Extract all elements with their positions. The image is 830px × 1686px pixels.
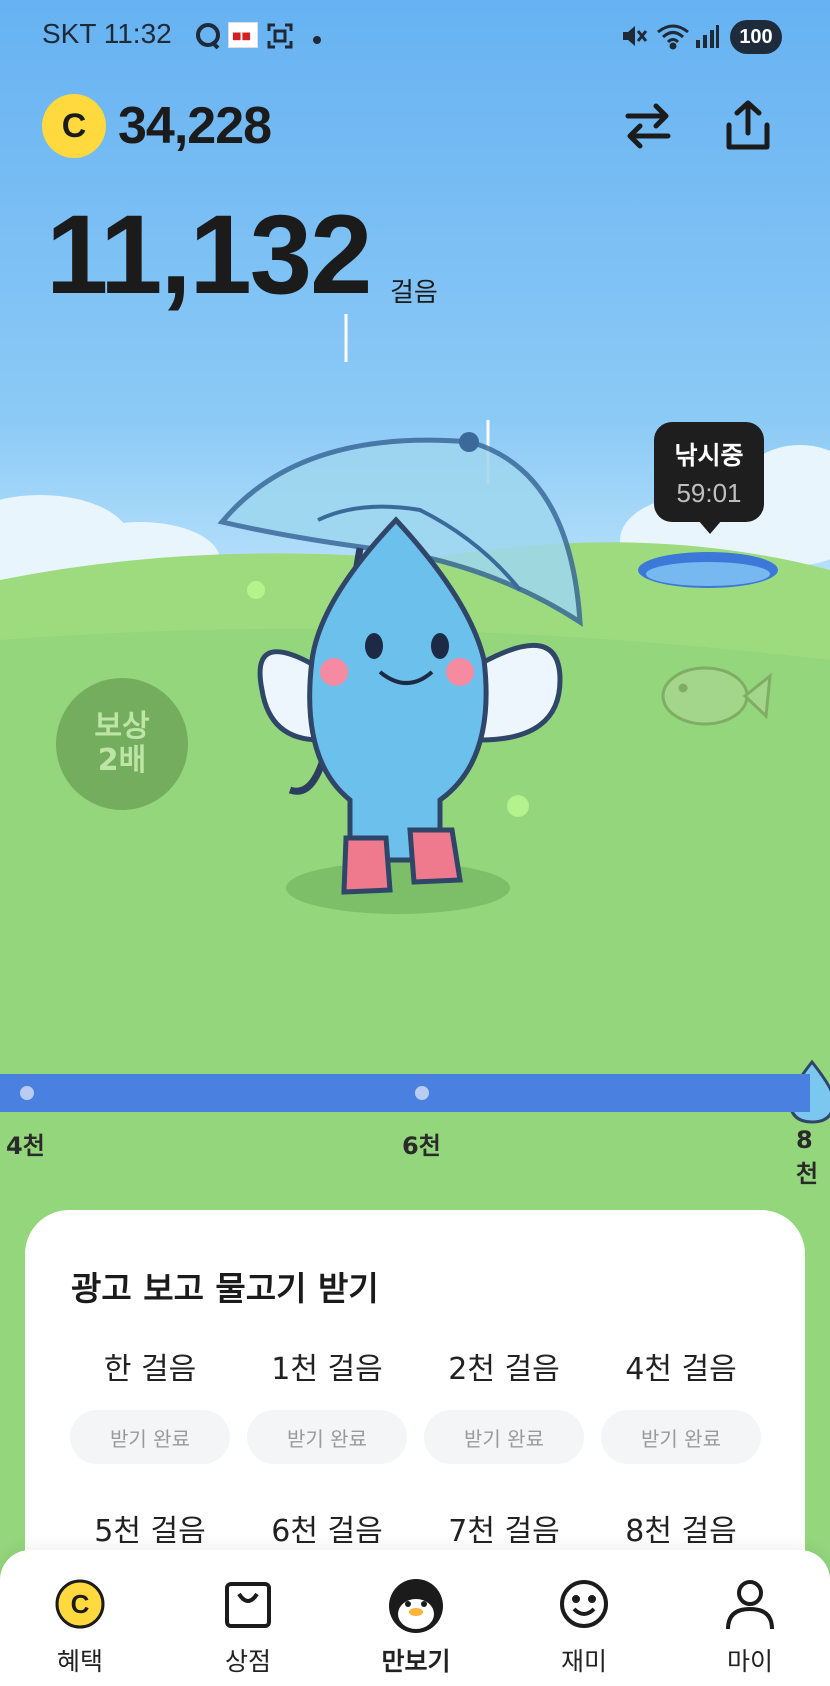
progress-dot xyxy=(20,1086,34,1100)
milestone-label: 4천 xyxy=(6,1132,45,1160)
step-count: 11,132 xyxy=(46,192,372,317)
step-reward-label: 8천 걸음 xyxy=(625,1514,737,1549)
signal-icon xyxy=(694,22,720,54)
nav-label: 만보기 xyxy=(381,1647,451,1676)
smile-icon xyxy=(554,1574,614,1634)
fishing-status: 낚시중 xyxy=(674,441,744,470)
claimed-button[interactable]: 받기 완료 xyxy=(424,1410,584,1464)
swap-icon xyxy=(625,103,671,149)
carrier-time: SKT 11:32 xyxy=(42,18,172,49)
chat-icon xyxy=(194,22,222,54)
share-button[interactable] xyxy=(718,96,778,156)
nav-label: 마이 xyxy=(726,1647,773,1676)
battery-indicator: 100 xyxy=(730,20,782,54)
nav-label: 혜택 xyxy=(56,1647,103,1676)
step-progress-bar xyxy=(0,1074,810,1112)
svg-text:C: C xyxy=(71,1589,90,1619)
claimed-button[interactable]: 받기 완료 xyxy=(70,1410,230,1464)
nav-item-shop[interactable]: 상점 xyxy=(178,1550,318,1686)
nav-label: 재미 xyxy=(560,1647,607,1676)
coin-icon: C xyxy=(42,94,106,158)
nav-item-benefits[interactable]: C 혜택 xyxy=(10,1550,150,1686)
reward-double-badge[interactable]: 보상 2배 xyxy=(56,678,188,810)
claimed-button[interactable]: 받기 완료 xyxy=(247,1410,407,1464)
character-shadow xyxy=(286,862,510,914)
sparkle xyxy=(507,795,529,817)
pond-water xyxy=(646,562,770,586)
reward-line1: 보상 xyxy=(94,708,150,744)
milestone-label: 6천 xyxy=(402,1132,441,1160)
screenshot-icon xyxy=(266,22,294,54)
mute-icon xyxy=(620,22,648,54)
person-icon xyxy=(720,1574,780,1634)
status-bar: SKT 11:32 ■■ 100 xyxy=(0,0,830,74)
reward-line2: 2배 xyxy=(97,743,147,778)
step-reward-label: 6천 걸음 xyxy=(271,1514,383,1549)
coin-icon: C xyxy=(50,1574,110,1634)
step-unit: 걸음 xyxy=(390,278,438,308)
step-reward-label: 5천 걸음 xyxy=(94,1514,206,1549)
step-reward-label: 4천 걸음 xyxy=(625,1352,737,1387)
shopping-bag-icon xyxy=(218,1574,278,1634)
card-title: 광고 보고 물고기 받기 xyxy=(71,1269,379,1308)
swap-button[interactable] xyxy=(618,96,678,156)
step-reward-label: 한 걸음 xyxy=(103,1352,197,1387)
share-icon xyxy=(726,100,770,150)
nav-item-fun[interactable]: 재미 xyxy=(514,1550,654,1686)
wifi-icon xyxy=(656,22,690,54)
bottom-nav: C 혜택 상점 만보기 재미 마이 xyxy=(0,1550,830,1686)
dot-icon xyxy=(312,30,322,49)
nav-item-pedometer[interactable]: 만보기 xyxy=(346,1550,486,1686)
sparkle xyxy=(247,581,265,599)
step-reward-label: 2천 걸음 xyxy=(448,1352,560,1387)
fishing-timer: 59:01 xyxy=(676,478,742,508)
coin-balance: 34,228 xyxy=(118,97,272,155)
milestone-label: 8천 xyxy=(796,1126,819,1188)
nav-item-my[interactable]: 마이 xyxy=(680,1550,820,1686)
progress-dot xyxy=(415,1086,429,1100)
svg-text:■■: ■■ xyxy=(232,31,251,42)
penguin-icon xyxy=(386,1574,446,1634)
claimed-button[interactable]: 받기 완료 xyxy=(601,1410,761,1464)
nav-label: 상점 xyxy=(224,1647,271,1676)
app-notification-icon: ■■ xyxy=(228,22,258,48)
step-reward-label: 7천 걸음 xyxy=(448,1514,560,1549)
fishing-status-bubble[interactable]: 낚시중 59:01 xyxy=(654,422,764,534)
step-reward-label: 1천 걸음 xyxy=(271,1352,383,1387)
